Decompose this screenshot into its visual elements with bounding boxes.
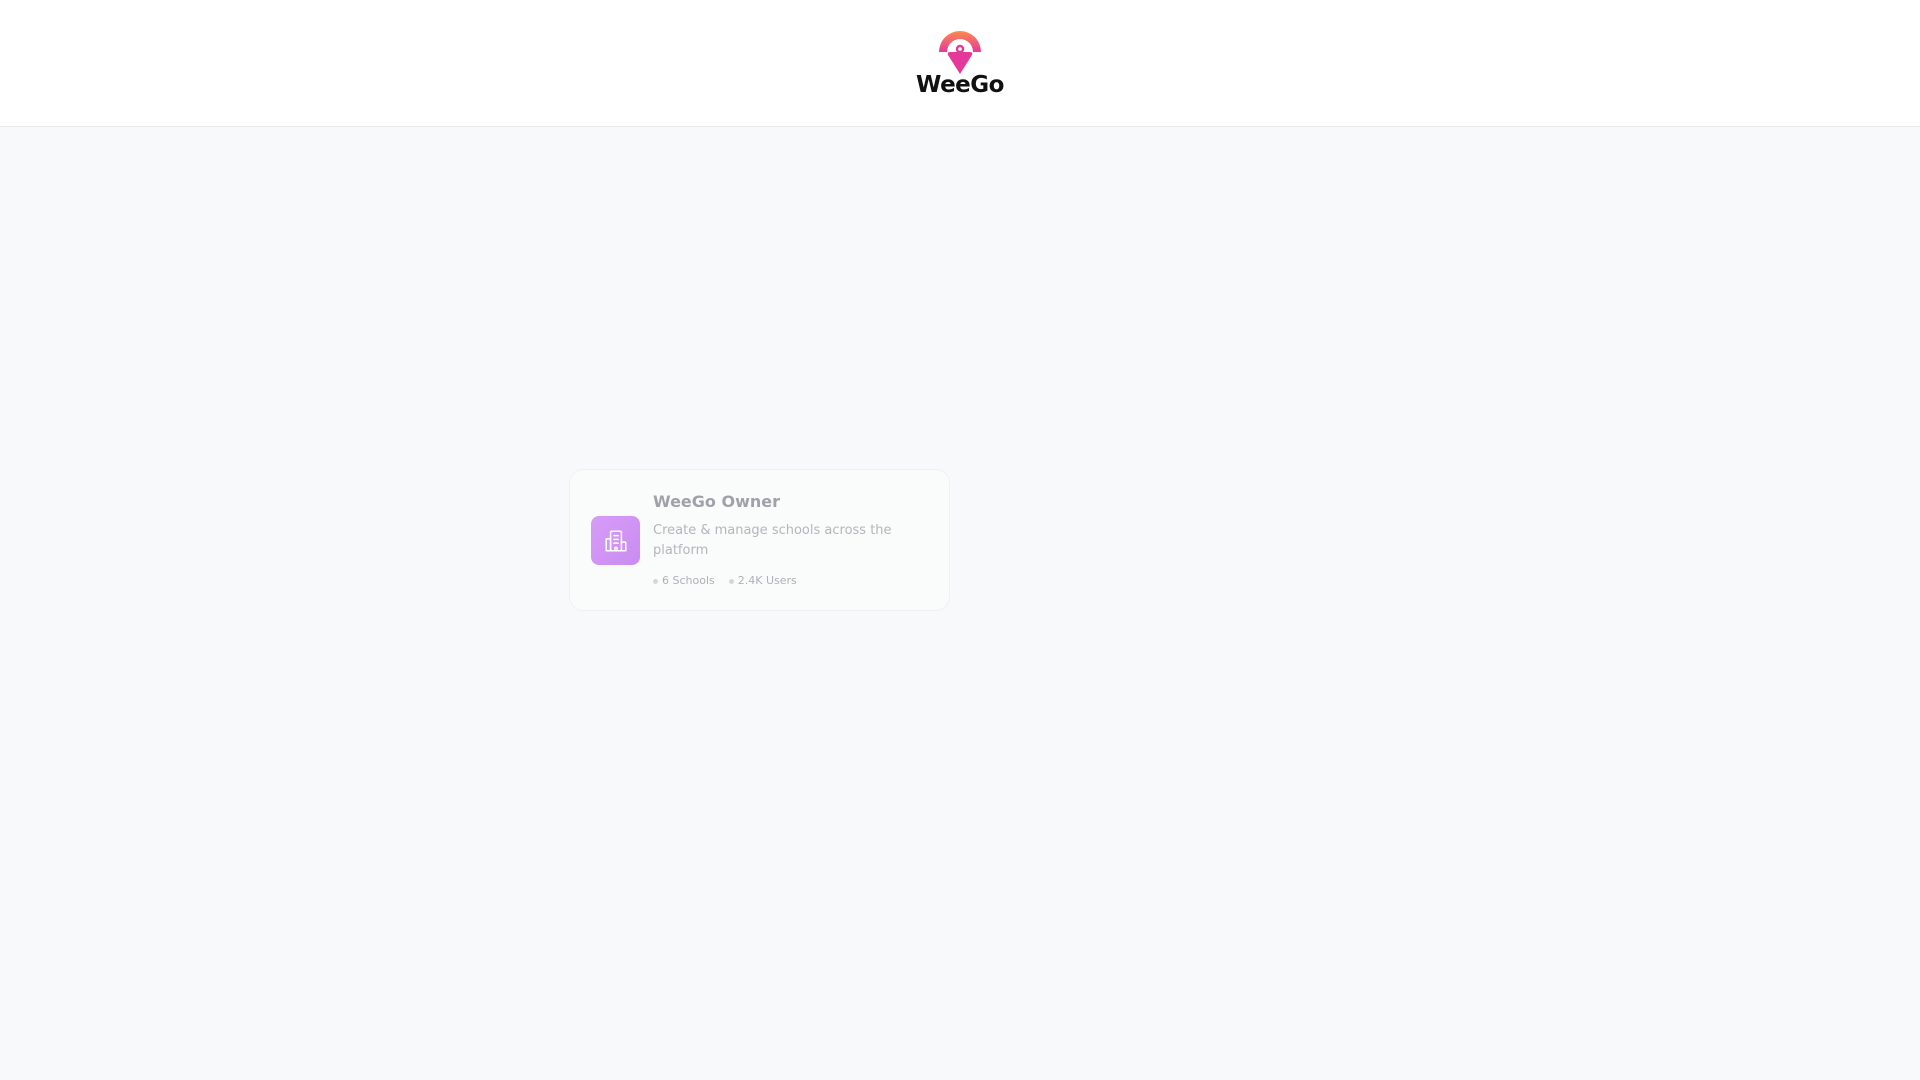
location-pin-icon — [939, 31, 981, 74]
role-title: WeeGo Owner — [653, 492, 780, 511]
role-description: Create & manage schools across the platf… — [653, 523, 892, 558]
weego-logo[interactable]: WeeGo — [910, 24, 1010, 104]
stat-users-label: 2.4K Users — [737, 574, 797, 587]
stat-schools: 6 Schools — [653, 574, 715, 588]
role-stats: 6 Schools 2.4K Users — [653, 574, 933, 588]
stat-users: 2.4K Users — [728, 574, 797, 588]
role-text-block: WeeGo Owner Create & manage schools acro… — [653, 492, 933, 588]
role-card-weego-owner[interactable]: WeeGo Owner Create & manage schools acro… — [569, 469, 950, 611]
building-icon — [604, 529, 627, 552]
bullet-dot — [728, 578, 734, 584]
role-icon-badge — [591, 516, 640, 565]
top-header: WeeGo — [0, 0, 1920, 127]
bullet-dot — [653, 578, 658, 584]
role-selection-area — [0, 128, 1920, 1080]
stat-schools-label: 6 Schools — [662, 574, 715, 587]
brand-name: WeeGo — [916, 72, 1004, 98]
